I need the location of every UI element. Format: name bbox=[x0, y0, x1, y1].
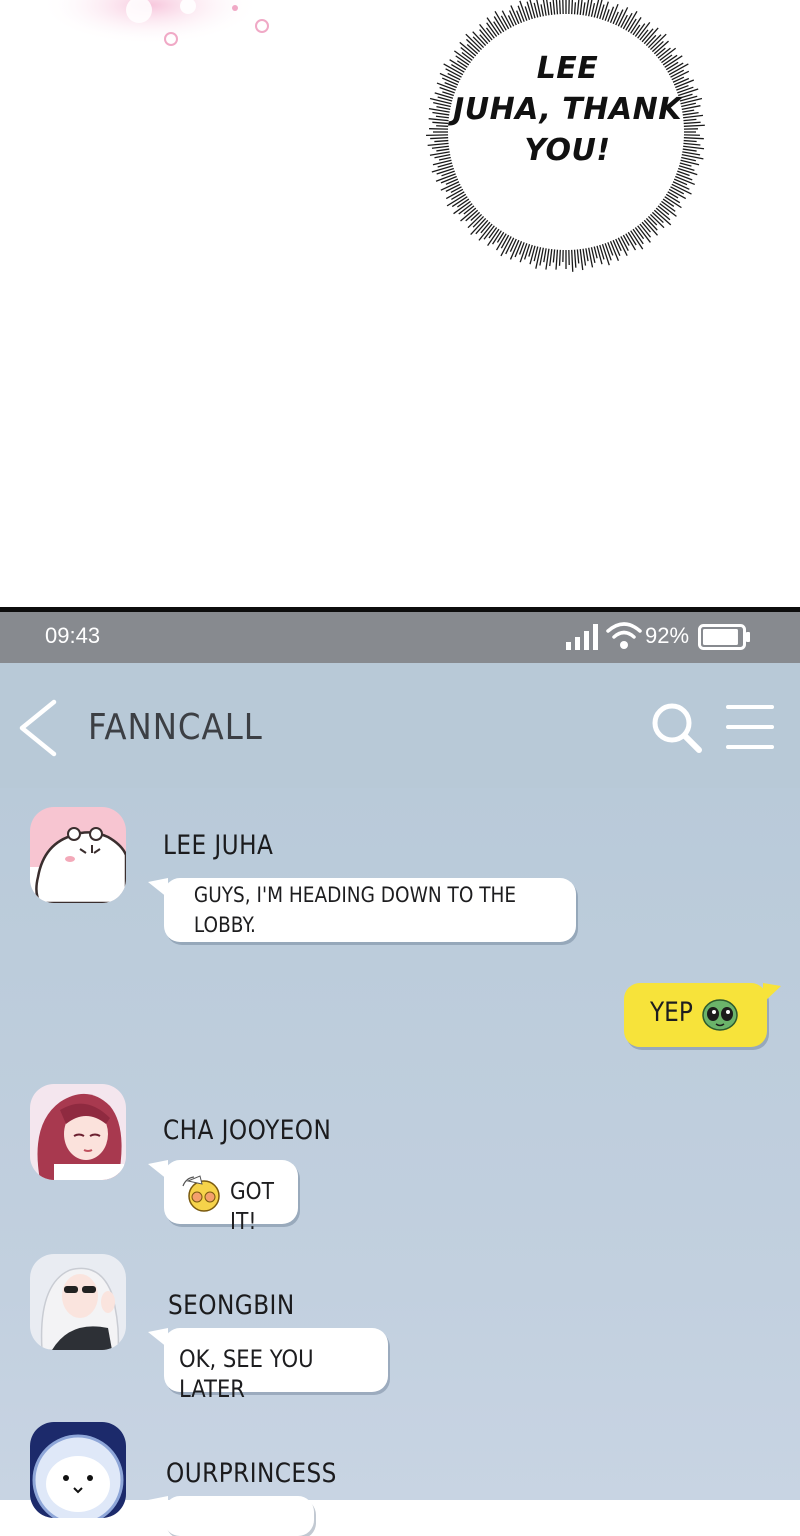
sender-name: LEE JUHA bbox=[163, 830, 273, 861]
sender-name: CHA JOOYEON bbox=[163, 1115, 331, 1146]
battery-percentage: 92% bbox=[645, 623, 689, 649]
battery-icon bbox=[698, 624, 752, 652]
status-bar: 09:43 92% bbox=[0, 612, 800, 663]
wifi-icon bbox=[606, 621, 642, 651]
chevron-left-icon[interactable] bbox=[16, 699, 60, 757]
incoming-message-bubble[interactable] bbox=[164, 1496, 314, 1536]
signal-icon bbox=[565, 623, 599, 651]
chick-sticker-icon bbox=[180, 1172, 222, 1212]
incoming-message-bubble[interactable]: GUYS, I'M HEADING DOWN TO THE LOBBY. bbox=[164, 878, 576, 942]
comic-panel: LEE JUHA, THANK YOU! bbox=[0, 0, 800, 607]
clock: 09:43 bbox=[45, 623, 100, 649]
sender-name: OURPRINCESS bbox=[166, 1458, 337, 1489]
pink-hair-avatar[interactable] bbox=[30, 1084, 126, 1180]
white-hair-avatar[interactable] bbox=[30, 1254, 126, 1350]
incoming-message-bubble[interactable]: OK, SEE YOU LATER bbox=[164, 1328, 388, 1392]
menu-icon[interactable] bbox=[726, 703, 774, 753]
outgoing-message-bubble[interactable]: YEP bbox=[624, 983, 767, 1047]
alien-icon bbox=[702, 999, 738, 1031]
message-text: YEP bbox=[650, 997, 693, 1028]
message-text: OK, SEE YOU LATER bbox=[179, 1344, 363, 1404]
incoming-message-bubble[interactable]: GOT IT! bbox=[164, 1160, 298, 1224]
hamster-avatar[interactable] bbox=[30, 807, 126, 903]
speech-bubble-text: LEE JUHA, THANK YOU! bbox=[450, 48, 685, 171]
search-icon[interactable] bbox=[650, 701, 704, 755]
sender-name: SEONGBIN bbox=[168, 1290, 295, 1321]
message-text: GOT IT! bbox=[230, 1177, 290, 1237]
chat-title: FANNCALL bbox=[88, 707, 263, 748]
message-text: GUYS, I'M HEADING DOWN TO THE LOBBY. bbox=[164, 878, 527, 940]
chat-header: FANNCALL bbox=[0, 663, 800, 788]
pink-sparkle-decoration bbox=[0, 0, 320, 60]
seal-avatar[interactable] bbox=[30, 1422, 126, 1518]
